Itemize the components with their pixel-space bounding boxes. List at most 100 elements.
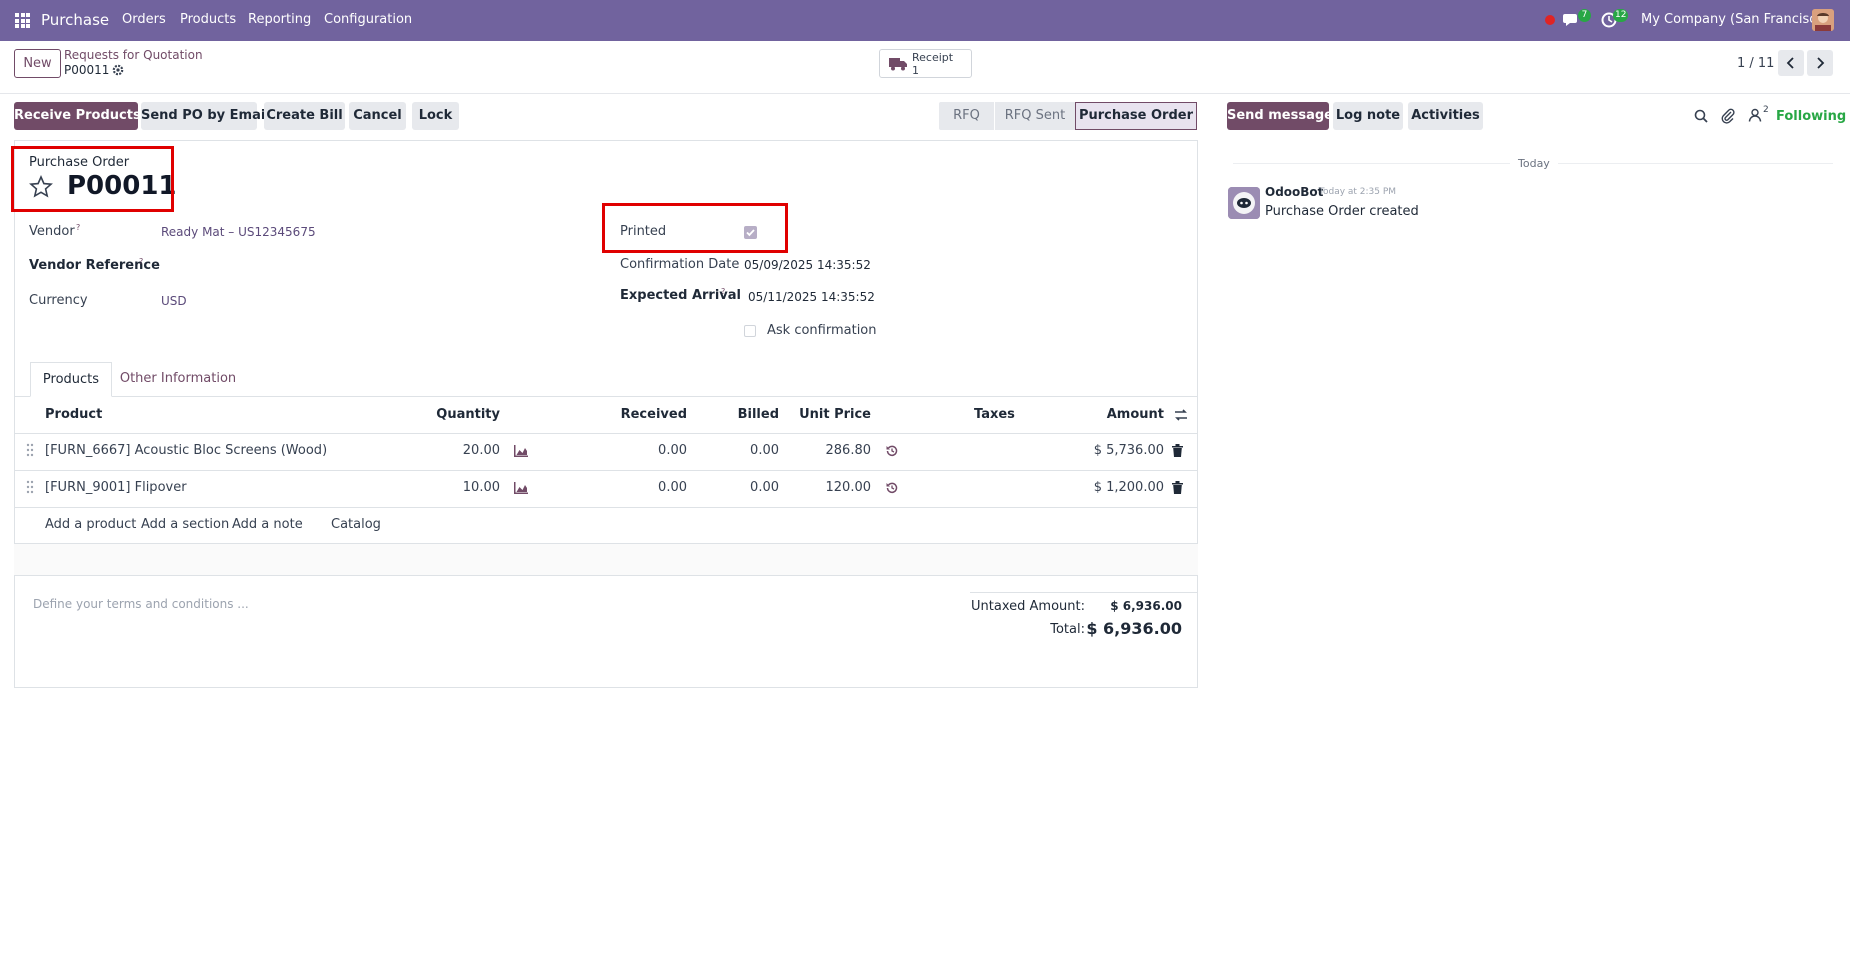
catalog-link[interactable]: Catalog bbox=[331, 517, 381, 532]
currency-field[interactable]: USD bbox=[161, 294, 187, 308]
followers-count: 2 bbox=[1763, 105, 1769, 115]
status-rfq[interactable]: RFQ bbox=[939, 102, 994, 130]
menu-reporting[interactable]: Reporting bbox=[248, 12, 311, 27]
price-history-icon[interactable] bbox=[886, 482, 898, 494]
message-time: Today at 2:35 PM bbox=[1319, 187, 1397, 197]
tab-other-information[interactable]: Other Information bbox=[118, 362, 238, 397]
lock-button[interactable]: Lock bbox=[412, 102, 459, 130]
receive-products-button[interactable]: Receive Products bbox=[14, 102, 141, 130]
user-avatar[interactable] bbox=[1812, 9, 1834, 31]
totals-divider bbox=[970, 592, 1198, 593]
send-message-button[interactable]: Send message bbox=[1227, 102, 1333, 130]
vendor-reference-help-icon[interactable]: ? bbox=[139, 257, 143, 266]
ask-confirmation-checkbox[interactable] bbox=[744, 325, 756, 337]
drag-handle-icon[interactable] bbox=[26, 443, 34, 457]
row-unit-price[interactable]: 286.80 bbox=[790, 443, 872, 458]
col-amount-header[interactable]: Amount bbox=[1080, 407, 1164, 422]
status-purchase-order: Purchase Order bbox=[1075, 102, 1197, 130]
row-quantity[interactable]: 20.00 bbox=[420, 443, 500, 458]
tab-products[interactable]: Products bbox=[30, 362, 112, 397]
forecast-graph-icon[interactable] bbox=[514, 445, 528, 457]
company-switcher[interactable]: My Company (San Francisco) bbox=[1641, 12, 1829, 27]
vendor-label: Vendor bbox=[29, 224, 75, 239]
log-note-button[interactable]: Log note bbox=[1333, 102, 1403, 130]
add-product-link[interactable]: Add a product bbox=[45, 517, 136, 532]
cancel-button[interactable]: Cancel bbox=[349, 102, 406, 130]
price-history-icon[interactable] bbox=[886, 445, 898, 457]
navbar: Purchase Orders Products Reporting Confi… bbox=[0, 0, 1850, 41]
untaxed-amount-value: $ 6,936.00 bbox=[1110, 599, 1182, 613]
vendor-field[interactable]: Ready Mat – US12345675 bbox=[161, 225, 316, 239]
menu-configuration[interactable]: Configuration bbox=[324, 12, 412, 27]
message-author[interactable]: OdooBot bbox=[1265, 185, 1323, 199]
status-rfq-sent[interactable]: RFQ Sent bbox=[994, 102, 1075, 130]
apps-menu-icon[interactable] bbox=[15, 13, 30, 28]
row-quantity[interactable]: 10.00 bbox=[420, 480, 500, 495]
trash-icon[interactable] bbox=[1172, 481, 1183, 494]
paperclip-icon[interactable] bbox=[1721, 108, 1735, 124]
row-received: 0.00 bbox=[658, 480, 687, 495]
optional-columns-toggle-icon[interactable] bbox=[1174, 408, 1188, 422]
col-quantity-header[interactable]: Quantity bbox=[420, 407, 500, 422]
ask-confirmation-label: Ask confirmation bbox=[767, 323, 877, 338]
tabs-divider bbox=[14, 396, 1198, 397]
followers-icon[interactable] bbox=[1748, 108, 1762, 122]
vendor-reference-input[interactable] bbox=[161, 255, 581, 275]
highlight-box-title bbox=[11, 146, 174, 212]
breadcrumb-parent[interactable]: Requests for Quotation bbox=[64, 48, 203, 62]
currency-label: Currency bbox=[29, 293, 88, 308]
add-note-link[interactable]: Add a note bbox=[232, 517, 303, 532]
status-bar: RFQ RFQ Sent Purchase Order bbox=[939, 102, 1197, 130]
app-name[interactable]: Purchase bbox=[41, 11, 109, 29]
row-billed: 0.00 bbox=[750, 480, 779, 495]
confirmation-date-label: Confirmation Date bbox=[620, 257, 740, 272]
terms-conditions-input[interactable]: Define your terms and conditions ... bbox=[33, 597, 249, 611]
new-button[interactable]: New bbox=[14, 49, 61, 78]
activity-count-badge: 12 bbox=[1613, 9, 1629, 22]
vendor-help-icon[interactable]: ? bbox=[76, 223, 80, 232]
confirmation-date-field[interactable]: 05/09/2025 14:35:52 bbox=[744, 258, 871, 272]
total-value: $ 6,936.00 bbox=[1086, 619, 1182, 638]
menu-orders[interactable]: Orders bbox=[122, 12, 166, 27]
odoobot-avatar bbox=[1228, 187, 1260, 219]
search-icon[interactable] bbox=[1694, 109, 1708, 123]
truck-icon bbox=[889, 57, 907, 71]
col-product-header[interactable]: Product bbox=[45, 407, 102, 422]
add-section-link[interactable]: Add a section bbox=[141, 517, 229, 532]
create-bill-button[interactable]: Create Bill bbox=[264, 102, 345, 130]
untaxed-amount-label: Untaxed Amount: bbox=[971, 599, 1085, 614]
col-taxes-header[interactable]: Taxes bbox=[974, 407, 1015, 422]
receipt-count: 1 bbox=[912, 64, 919, 77]
date-separator-label: Today bbox=[1510, 157, 1558, 170]
expected-arrival-field[interactable]: 05/11/2025 14:35:52 bbox=[748, 290, 875, 304]
row-divider bbox=[14, 507, 1198, 508]
row-product[interactable]: [FURN_6667] Acoustic Bloc Screens (Wood) bbox=[45, 443, 327, 458]
menu-products[interactable]: Products bbox=[180, 12, 236, 27]
expected-arrival-help-icon[interactable]: ? bbox=[721, 287, 725, 296]
chevron-right-icon bbox=[1817, 57, 1825, 69]
following-button[interactable]: Following bbox=[1776, 109, 1846, 124]
row-product[interactable]: [FURN_9001] Flipover bbox=[45, 480, 187, 495]
receipt-label: Receipt bbox=[912, 51, 954, 64]
pager-previous-button[interactable] bbox=[1778, 50, 1804, 76]
row-received: 0.00 bbox=[658, 443, 687, 458]
activities-button[interactable]: Activities bbox=[1408, 102, 1483, 130]
drag-handle-icon[interactable] bbox=[26, 480, 34, 494]
row-unit-price[interactable]: 120.00 bbox=[790, 480, 872, 495]
receipt-smart-button[interactable]: Receipt 1 bbox=[879, 49, 972, 78]
row-billed: 0.00 bbox=[750, 443, 779, 458]
row-amount: $ 5,736.00 bbox=[1093, 443, 1164, 458]
record-indicator-icon bbox=[1545, 15, 1555, 25]
chevron-left-icon bbox=[1786, 57, 1794, 69]
pager-value[interactable]: 1 / 11 bbox=[1737, 56, 1774, 71]
col-received-header[interactable]: Received bbox=[600, 407, 687, 422]
control-panel-divider bbox=[0, 93, 1850, 94]
col-billed-header[interactable]: Billed bbox=[700, 407, 779, 422]
chat-count-badge: 7 bbox=[1578, 9, 1591, 22]
forecast-graph-icon[interactable] bbox=[514, 482, 528, 494]
trash-icon[interactable] bbox=[1172, 444, 1183, 457]
send-po-email-button[interactable]: Send PO by Email bbox=[141, 102, 270, 130]
col-unit-price-header[interactable]: Unit Price bbox=[790, 407, 871, 422]
pager-next-button[interactable] bbox=[1807, 50, 1833, 76]
record-settings-gear-icon[interactable] bbox=[112, 64, 124, 76]
